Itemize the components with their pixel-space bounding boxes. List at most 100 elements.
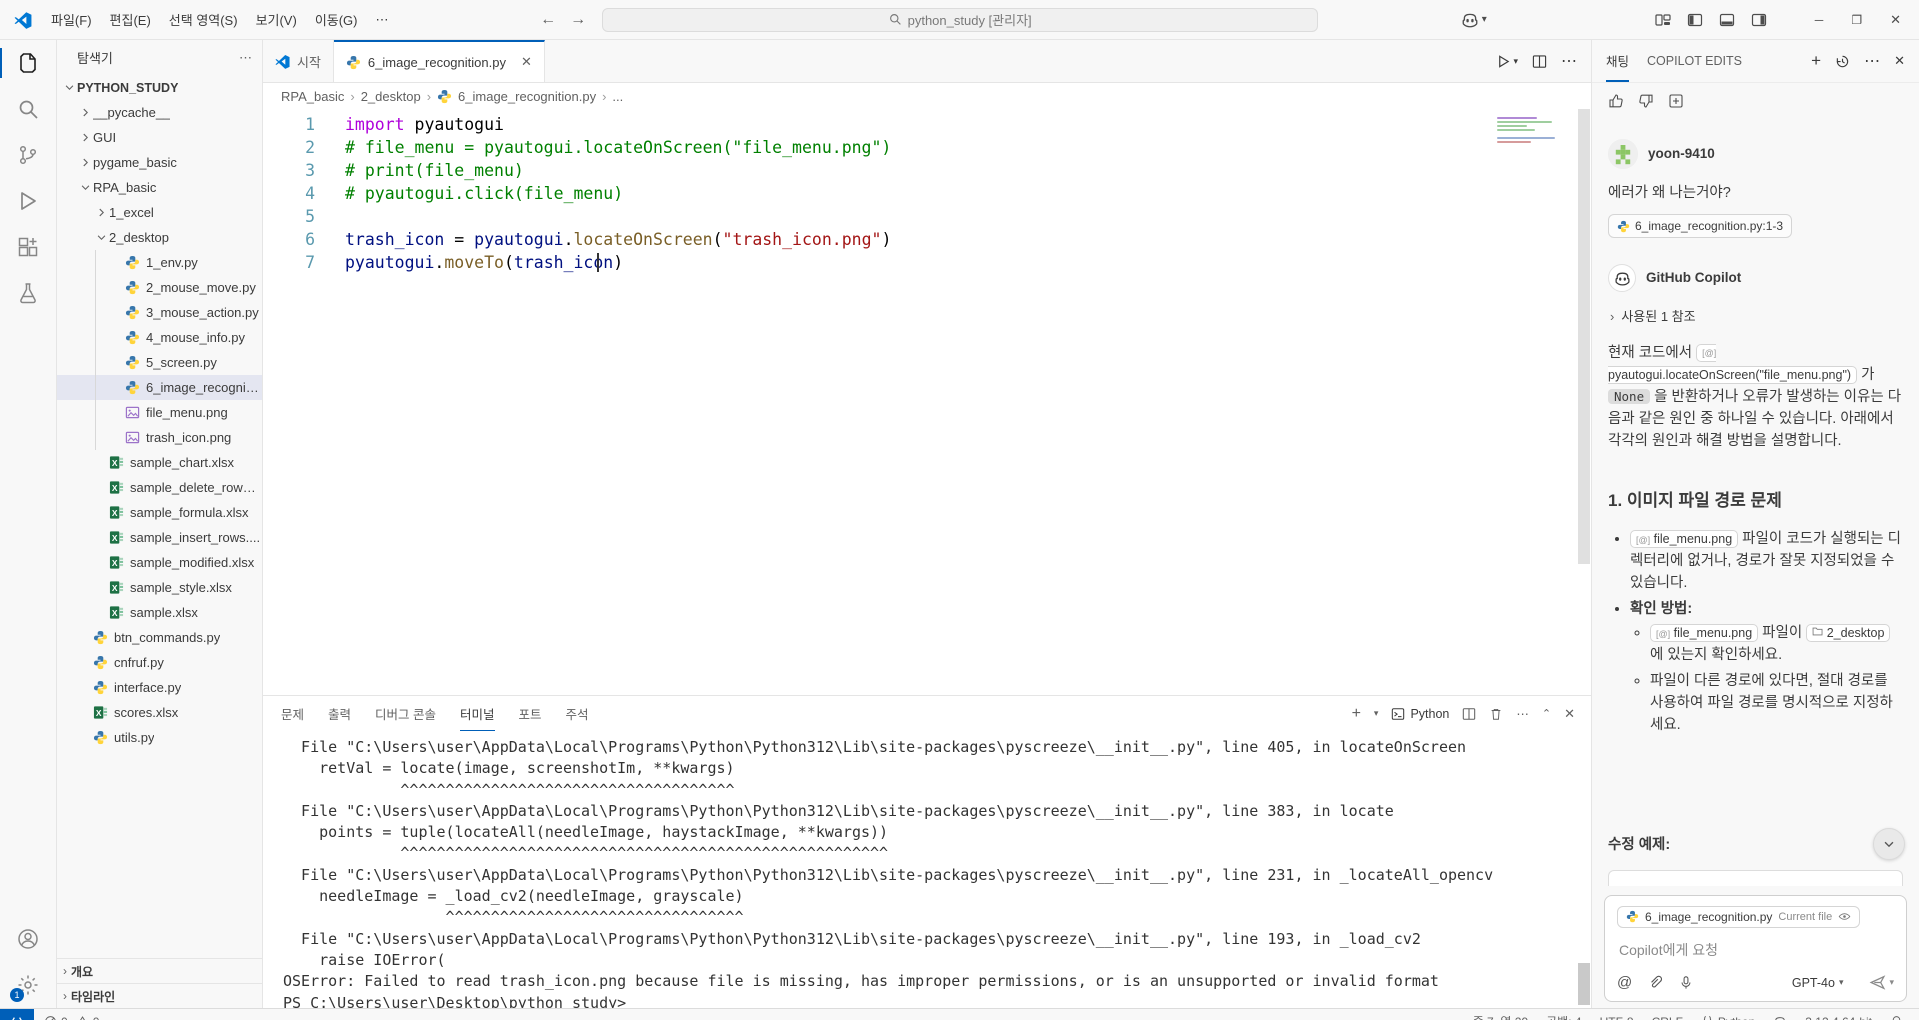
code-line-1[interactable]: import pyautogui [345,113,891,136]
toggle-secondary-sidebar-icon[interactable] [1751,12,1767,28]
mic-icon[interactable] [1679,975,1693,990]
notifications-bell-icon[interactable] [1890,1015,1903,1020]
chat-input[interactable]: 6_image_recognition.py Current file Copi… [1604,894,1907,1002]
code-editor[interactable]: 1234567 import pyautogui # file_menu = py… [263,109,1591,695]
menu-item-0[interactable]: 파일(F) [42,6,101,33]
run-python-file-icon[interactable]: ▾ [1496,54,1518,69]
tree-item-2_mouse_move.py[interactable]: 2_mouse_move.py [57,275,262,300]
line-number-3[interactable]: 3 [263,159,315,182]
current-file-chip[interactable]: 6_image_recognition.py Current file [1617,905,1861,928]
tree-item-6_image_recogniti...[interactable]: 6_image_recogniti... [57,375,262,400]
status-item-3[interactable]: CRLF [1652,1015,1683,1020]
tree-item-5_screen.py[interactable]: 5_screen.py [57,350,262,375]
panel-more-actions-icon[interactable]: ⋯ [1516,706,1529,721]
used-references[interactable]: › 사용된 1 참조 [1608,307,1903,327]
kill-terminal-icon[interactable] [1489,707,1503,721]
eye-icon[interactable] [1838,910,1851,923]
window-restore-button[interactable]: ❐ [1851,13,1862,27]
folder-reference-chip[interactable]: 2_desktop [1806,624,1891,643]
tab-chat[interactable]: 채팅 [1606,40,1630,82]
activity-explorer-icon[interactable] [0,40,56,86]
file-reference-chip[interactable]: [@] file_menu.png [1650,624,1759,643]
code-line-6[interactable]: trash_icon = pyautogui.locateOnScreen("t… [345,228,891,251]
close-tab-icon[interactable]: ✕ [521,54,532,70]
tree-item-2_desktop[interactable]: 2_desktop [57,225,262,250]
send-icon[interactable] [1869,974,1886,991]
activity-run-debug-icon[interactable] [0,178,56,224]
editor-tab-6_image_recognition.py[interactable]: 6_image_recognition.py ✕ [333,40,545,82]
status-item-2[interactable]: UTF-8 [1600,1015,1634,1020]
panel-tab-포트[interactable]: 포트 [519,696,542,731]
line-number-7[interactable]: 7 [263,251,315,274]
window-minimize-button[interactable]: ─ [1815,13,1824,27]
panel-tab-주석[interactable]: 주석 [566,696,589,731]
tree-item-interface.py[interactable]: interface.py [57,675,262,700]
thumbs-up-icon[interactable] [1608,93,1624,109]
tree-item-sample_formula.xlsx[interactable]: Xsample_formula.xlsx [57,500,262,525]
activity-extensions-icon[interactable] [0,224,56,270]
activity-search-icon[interactable] [0,86,56,132]
code-content[interactable]: import pyautogui # file_menu = pyautogui.… [345,113,891,274]
window-close-button[interactable]: ✕ [1890,12,1901,28]
menu-item-4[interactable]: 이동(G) [306,6,367,33]
model-picker[interactable]: GPT-4o ▾ [1792,976,1844,990]
activity-source-control-icon[interactable] [0,132,56,178]
customize-layout-icon[interactable] [1655,12,1671,28]
tree-item-1_env.py[interactable]: 1_env.py [57,250,262,275]
status-item-5[interactable]: 3.12.4 64-bit [1805,1015,1872,1020]
file-reference-chip[interactable]: [@] file_menu.png [1630,530,1739,548]
menu-overflow-button[interactable]: ⋯ [367,8,398,32]
insert-into-file-icon[interactable] [1668,93,1684,109]
tree-item-3_mouse_action.py[interactable]: 3_mouse_action.py [57,300,262,325]
chat-input-placeholder[interactable]: Copilot에게 요청 [1619,940,1894,960]
code-line-4[interactable]: # pyautogui.click(file_menu) [345,182,891,205]
status-item-0[interactable]: 줄 7, 열 29 [1473,1013,1528,1020]
explorer-actions-icon[interactable]: ⋯ [239,50,252,66]
mention-context-icon[interactable]: @ [1617,974,1632,991]
menu-item-1[interactable]: 편집(E) [101,6,160,33]
tree-item-sample_modified.xlsx[interactable]: Xsample_modified.xlsx [57,550,262,575]
panel-tab-디버그 콘솔[interactable]: 디버그 콘솔 [375,696,436,731]
tree-item-sample.xlsx[interactable]: Xsample.xlsx [57,600,262,625]
tree-item-utils.py[interactable]: utils.py [57,725,262,750]
tree-item-btn_commands.py[interactable]: btn_commands.py [57,625,262,650]
tree-item-trash_icon.png[interactable]: trash_icon.png [57,425,262,450]
thumbs-down-icon[interactable] [1638,93,1654,109]
tree-item-PYTHON_STUDY[interactable]: PYTHON_STUDY [57,75,262,100]
tree-item-RPA_basic[interactable]: RPA_basic [57,175,262,200]
menu-item-3[interactable]: 보기(V) [247,6,306,33]
breadcrumb-item-0[interactable]: RPA_basic [281,89,344,104]
code-line-5[interactable] [345,205,891,228]
outline-section[interactable]: › 개요 [57,958,262,983]
split-terminal-icon[interactable] [1462,707,1476,721]
menu-item-2[interactable]: 선택 영역(S) [160,6,247,33]
breadcrumb[interactable]: RPA_basic › 2_desktop › 6_image_recognition.… [263,83,1591,109]
breadcrumb-item-3[interactable]: ... [612,89,623,104]
status-item-1[interactable]: 공백: 4 [1546,1013,1581,1020]
panel-tab-터미널[interactable]: 터미널 [460,696,495,731]
tree-item-pygame_basic[interactable]: pygame_basic [57,150,262,175]
editor-scrollbar[interactable] [1577,109,1591,695]
split-editor-icon[interactable] [1532,54,1547,69]
tree-item-cnfruf.py[interactable]: cnfruf.py [57,650,262,675]
toggle-panel-icon[interactable] [1719,12,1735,28]
settings-gear-icon[interactable]: 1 [0,962,56,1008]
code-line-3[interactable]: # print(file_menu) [345,159,891,182]
terminal-dropdown-icon[interactable]: ▾ [1374,708,1379,719]
line-numbers[interactable]: 1234567 [263,113,315,274]
tree-item-4_mouse_info.py[interactable]: 4_mouse_info.py [57,325,262,350]
new-terminal-icon[interactable]: + [1352,705,1361,723]
tree-item-sample_delete_rows....[interactable]: Xsample_delete_rows.... [57,475,262,500]
line-number-6[interactable]: 6 [263,228,315,251]
maximize-panel-icon[interactable]: ⌃ [1542,707,1551,720]
nav-back-icon[interactable]: ← [540,11,556,29]
remote-indicator[interactable] [0,1009,34,1020]
problems-indicator[interactable]: 0 0 [44,1015,99,1020]
attached-file-chip[interactable]: 6_image_recognition.py:1-3 [1608,214,1793,239]
nav-forward-icon[interactable]: → [570,11,586,29]
editor-tab-시작[interactable]: 시작 [263,40,334,82]
line-number-5[interactable]: 5 [263,205,315,228]
chat-more-actions-icon[interactable]: ⋯ [1864,51,1880,71]
close-panel-icon[interactable]: ✕ [1564,706,1575,722]
code-line-7[interactable]: pyautogui.moveTo(trash_icon) [345,251,891,274]
